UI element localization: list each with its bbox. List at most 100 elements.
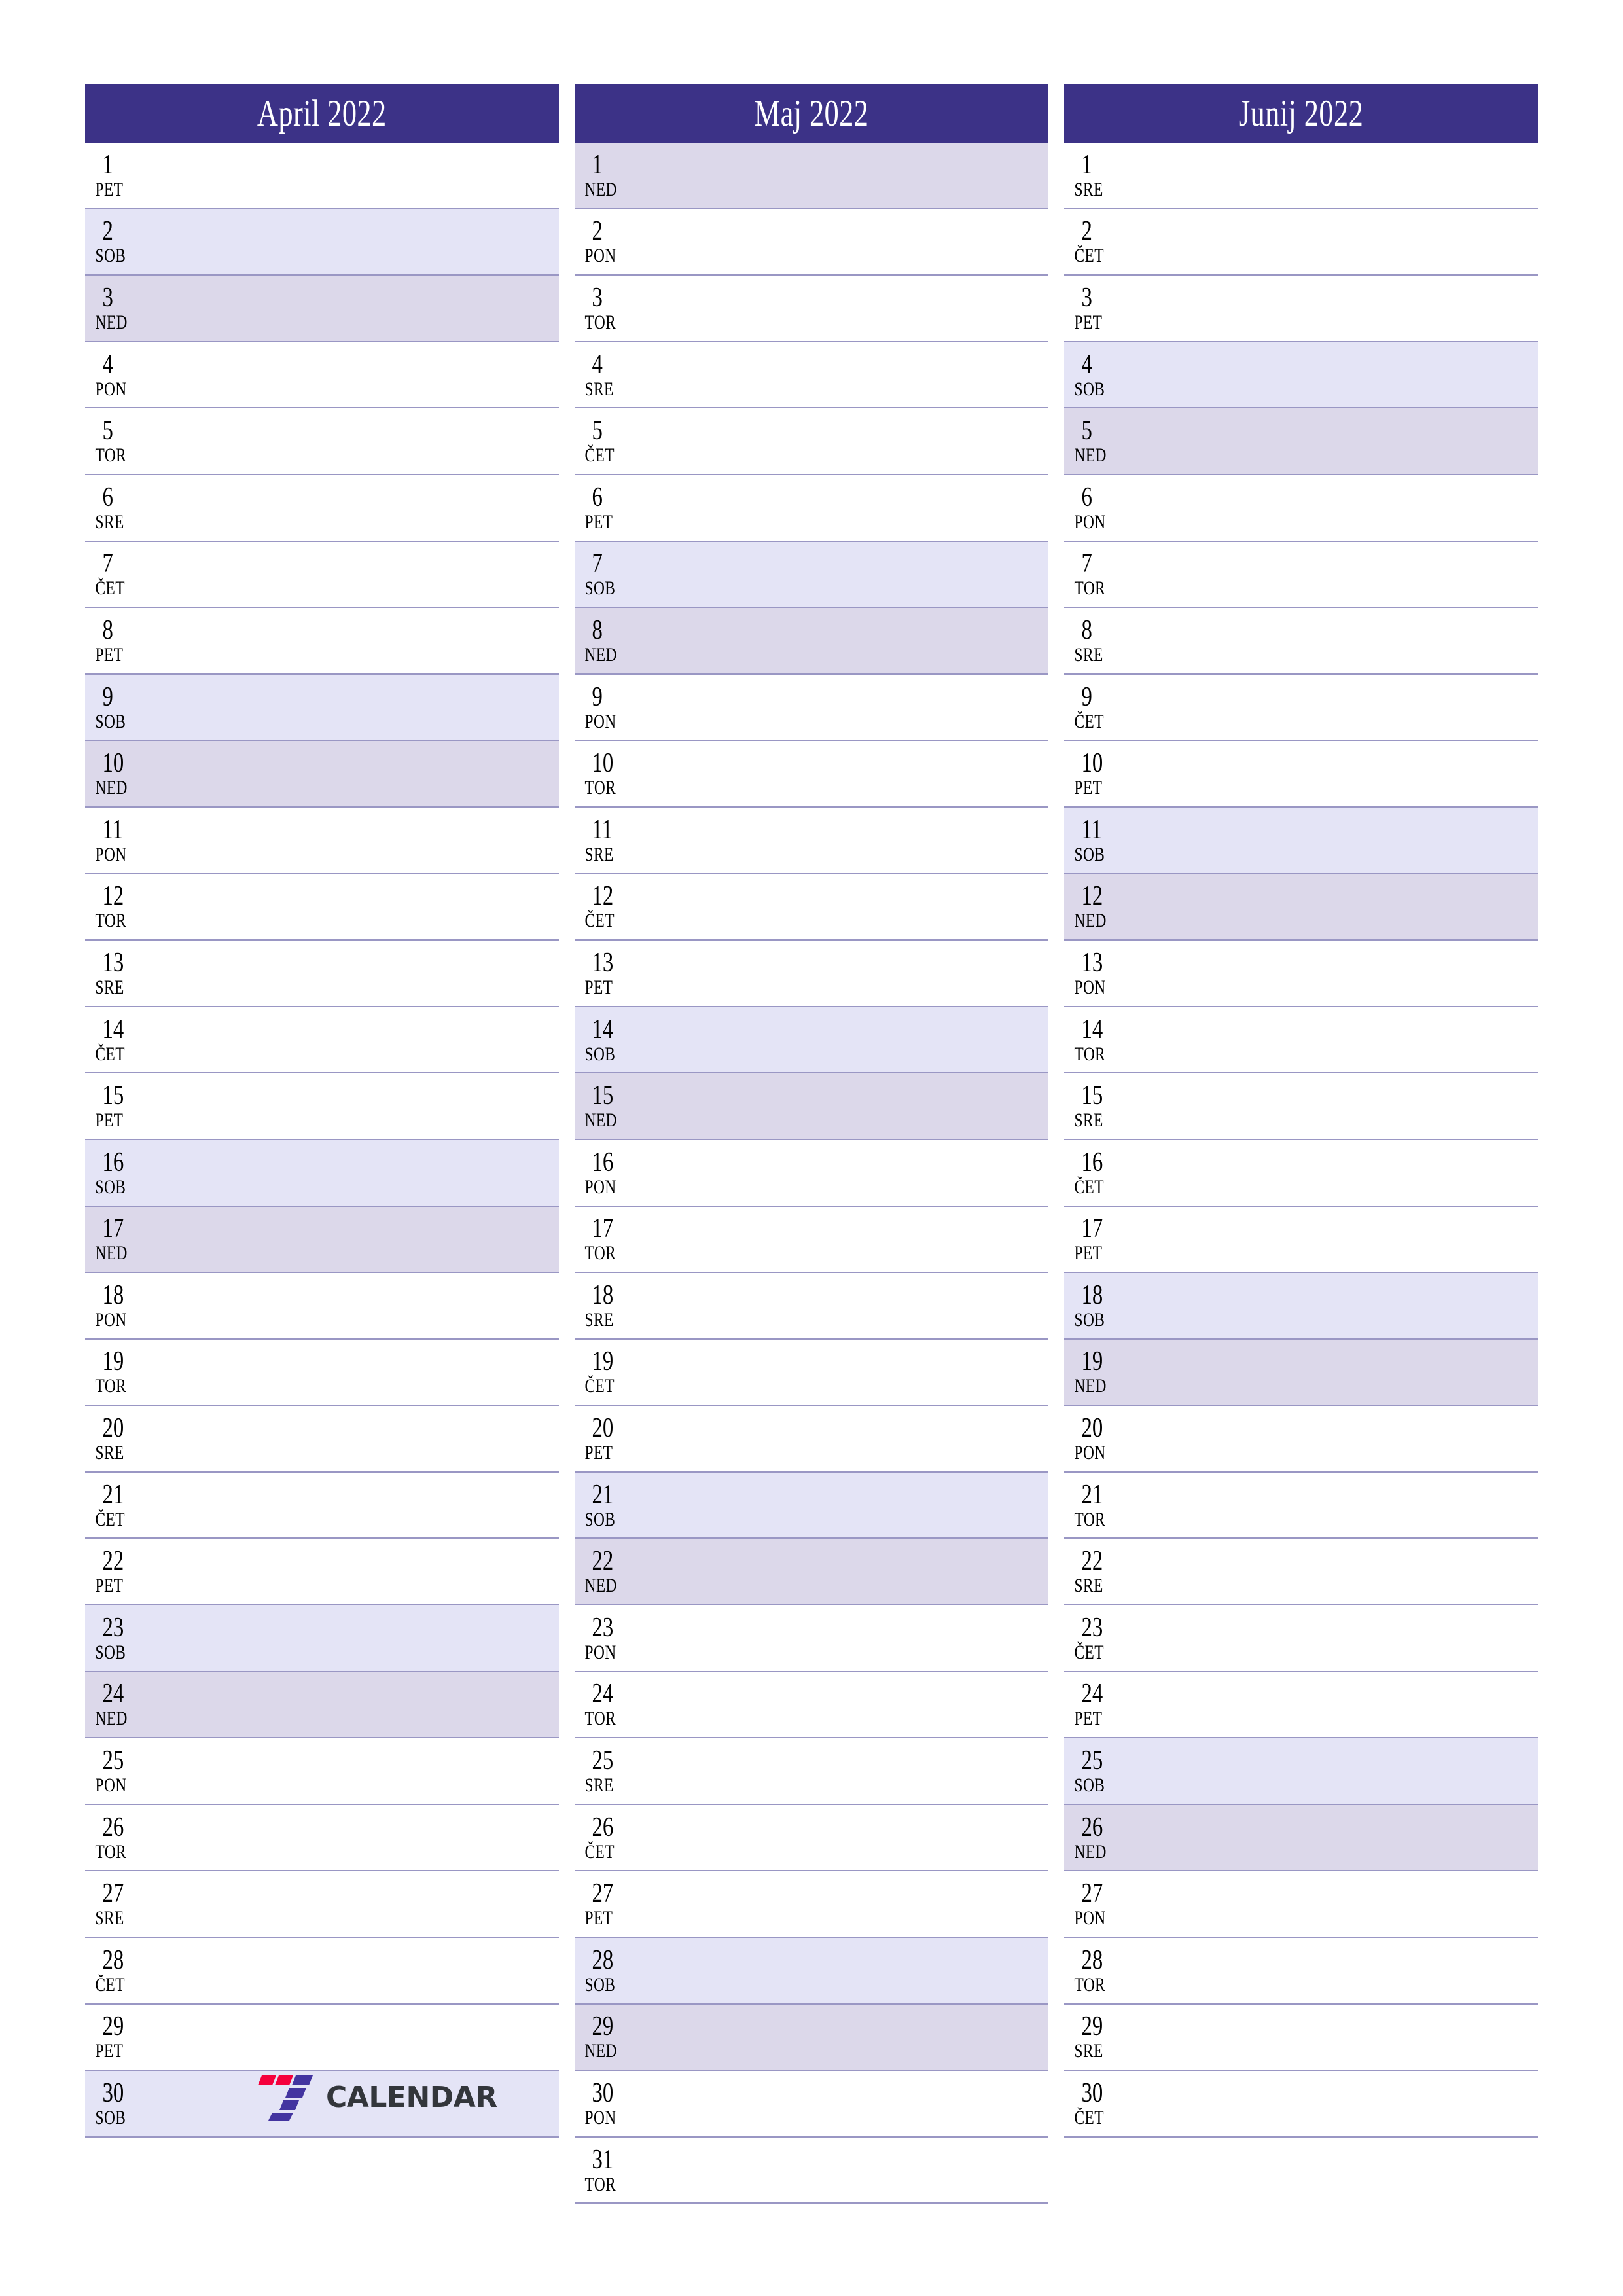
day-row[interactable]: 7 ČET bbox=[85, 541, 559, 609]
day-row[interactable]: 3 NED bbox=[85, 276, 559, 342]
day-row[interactable]: 6 PON bbox=[1064, 475, 1538, 542]
day-row[interactable]: 6 PET bbox=[575, 475, 1048, 542]
day-row[interactable]: 13 PON bbox=[1064, 941, 1538, 1007]
day-weekday-abbr: PON bbox=[584, 245, 616, 267]
day-row[interactable]: 5 NED bbox=[1064, 408, 1538, 475]
day-row[interactable]: 23 PON bbox=[575, 1605, 1048, 1672]
day-row[interactable]: 16 SOB bbox=[85, 1139, 559, 1207]
day-row[interactable]: 17 NED bbox=[85, 1206, 559, 1274]
day-row[interactable]: 30 PON bbox=[575, 2071, 1048, 2138]
day-row[interactable]: 28 SOB bbox=[575, 1938, 1048, 2005]
day-row[interactable]: 27 SRE bbox=[85, 1871, 559, 1939]
day-weekday-abbr: PON bbox=[584, 710, 616, 732]
day-row[interactable]: 9 ČET bbox=[1064, 674, 1538, 742]
day-row[interactable]: 8 SRE bbox=[1064, 608, 1538, 675]
day-row[interactable]: 18 SOB bbox=[1064, 1273, 1538, 1340]
day-row[interactable]: 26 NED bbox=[1064, 1804, 1538, 1872]
day-row[interactable]: 1 NED bbox=[575, 143, 1048, 209]
day-row[interactable]: 13 PET bbox=[575, 941, 1048, 1007]
day-row[interactable]: 16 PON bbox=[575, 1139, 1048, 1207]
day-row[interactable]: 14 TOR bbox=[1064, 1007, 1538, 1074]
day-row[interactable]: 25 SRE bbox=[575, 1738, 1048, 1805]
day-row[interactable]: 23 SOB bbox=[85, 1605, 559, 1672]
day-row[interactable]: 20 SRE bbox=[85, 1406, 559, 1473]
day-row[interactable]: 22 PET bbox=[85, 1539, 559, 1606]
day-row[interactable]: 8 NED bbox=[575, 608, 1048, 675]
day-row[interactable]: 12 NED bbox=[1064, 874, 1538, 941]
day-row[interactable]: 21 TOR bbox=[1064, 1472, 1538, 1539]
day-row[interactable]: 2 ČET bbox=[1064, 209, 1538, 276]
day-row[interactable]: 6 SRE bbox=[85, 475, 559, 542]
day-row[interactable]: 15 NED bbox=[575, 1073, 1048, 1140]
month-column-maj: Maj 2022 1 NED 2 PON 3 TOR 4 SRE 5 ČET 6 PET 7 SOB 8 NED… bbox=[575, 84, 1048, 2237]
day-row[interactable]: 4 SRE bbox=[575, 342, 1048, 409]
day-row[interactable]: 24 TOR bbox=[575, 1672, 1048, 1739]
day-row[interactable]: 22 SRE bbox=[1064, 1539, 1538, 1606]
day-row[interactable]: 12 TOR bbox=[85, 874, 559, 941]
day-row[interactable]: 28 TOR bbox=[1064, 1938, 1538, 2005]
day-number: 22 bbox=[592, 1546, 614, 1577]
day-row[interactable]: 15 PET bbox=[85, 1073, 559, 1140]
day-row[interactable]: 30 ČET bbox=[1064, 2071, 1538, 2138]
day-row[interactable]: 11 SOB bbox=[1064, 807, 1538, 874]
day-number: 3 bbox=[102, 282, 113, 313]
day-row[interactable]: 11 PON bbox=[85, 807, 559, 874]
day-row[interactable]: 18 SRE bbox=[575, 1273, 1048, 1340]
day-row[interactable]: 24 NED bbox=[85, 1672, 559, 1739]
day-row[interactable]: 1 PET bbox=[85, 143, 559, 209]
day-row[interactable]: 4 SOB bbox=[1064, 342, 1538, 409]
day-row[interactable]: 14 ČET bbox=[85, 1007, 559, 1074]
day-row[interactable]: 29 PET bbox=[85, 2004, 559, 2072]
day-row[interactable]: 7 SOB bbox=[575, 541, 1048, 609]
day-row[interactable]: 31 TOR bbox=[575, 2137, 1048, 2204]
day-row[interactable]: 26 TOR bbox=[85, 1804, 559, 1872]
day-row[interactable]: 10 PET bbox=[1064, 741, 1538, 808]
month-title: April 2022 bbox=[257, 92, 387, 134]
day-row[interactable]: 13 SRE bbox=[85, 941, 559, 1007]
day-row[interactable]: 2 PON bbox=[575, 209, 1048, 276]
day-row[interactable]: 7 TOR bbox=[1064, 541, 1538, 609]
day-row[interactable]: 1 SRE bbox=[1064, 143, 1538, 209]
day-row[interactable]: 9 PON bbox=[575, 674, 1048, 742]
day-row[interactable]: 8 PET bbox=[85, 608, 559, 675]
day-row[interactable]: 19 ČET bbox=[575, 1339, 1048, 1407]
day-row[interactable]: 26 ČET bbox=[575, 1804, 1048, 1872]
day-row[interactable]: 17 PET bbox=[1064, 1206, 1538, 1274]
day-row[interactable]: 3 PET bbox=[1064, 276, 1538, 342]
day-row[interactable]: 27 PON bbox=[1064, 1871, 1538, 1939]
day-row[interactable]: 21 ČET bbox=[85, 1472, 559, 1539]
day-row[interactable]: 25 PON bbox=[85, 1738, 559, 1805]
day-row[interactable]: 18 PON bbox=[85, 1273, 559, 1340]
day-number: 9 bbox=[592, 681, 603, 712]
day-row[interactable]: 22 NED bbox=[575, 1539, 1048, 1606]
day-row[interactable]: 20 PET bbox=[575, 1406, 1048, 1473]
day-row[interactable]: 12 ČET bbox=[575, 874, 1048, 941]
day-row[interactable]: 19 NED bbox=[1064, 1339, 1538, 1407]
day-number: 11 bbox=[592, 814, 613, 845]
day-row[interactable]: 20 PON bbox=[1064, 1406, 1538, 1473]
day-row[interactable]: 19 TOR bbox=[85, 1339, 559, 1407]
day-row[interactable]: 17 TOR bbox=[575, 1206, 1048, 1274]
day-row[interactable]: 3 TOR bbox=[575, 276, 1048, 342]
day-number: 7 bbox=[1081, 548, 1092, 579]
day-row[interactable]: 16 ČET bbox=[1064, 1139, 1538, 1207]
day-row[interactable]: 5 ČET bbox=[575, 408, 1048, 475]
day-row[interactable]: 27 PET bbox=[575, 1871, 1048, 1939]
day-row[interactable]: 11 SRE bbox=[575, 807, 1048, 874]
day-row[interactable]: 29 NED bbox=[575, 2004, 1048, 2072]
day-row[interactable]: 24 PET bbox=[1064, 1672, 1538, 1739]
day-row[interactable]: 2 SOB bbox=[85, 209, 559, 276]
day-row[interactable]: 29 SRE bbox=[1064, 2004, 1538, 2072]
day-row[interactable]: 21 SOB bbox=[575, 1472, 1048, 1539]
day-row[interactable]: 28 ČET bbox=[85, 1938, 559, 2005]
day-row[interactable]: 9 SOB bbox=[85, 674, 559, 742]
day-row[interactable]: 25 SOB bbox=[1064, 1738, 1538, 1805]
day-row[interactable]: 4 PON bbox=[85, 342, 559, 409]
day-row[interactable]: 15 SRE bbox=[1064, 1073, 1538, 1140]
day-row[interactable]: 10 NED bbox=[85, 741, 559, 808]
day-row[interactable]: 5 TOR bbox=[85, 408, 559, 475]
day-row[interactable]: 23 ČET bbox=[1064, 1605, 1538, 1672]
day-row[interactable]: 10 TOR bbox=[575, 741, 1048, 808]
day-weekday-abbr: SOB bbox=[584, 1508, 616, 1530]
day-row[interactable]: 14 SOB bbox=[575, 1007, 1048, 1074]
